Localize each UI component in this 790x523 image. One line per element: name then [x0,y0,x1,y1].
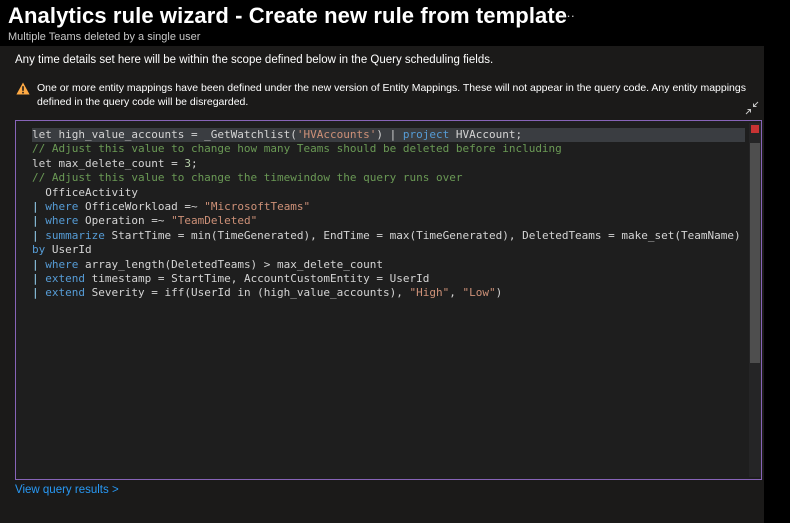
code-token: ) [495,286,503,300]
code-line[interactable]: let high_value_accounts = _GetWatchlist(… [32,128,745,143]
code-token: 3 [184,156,191,170]
code-line[interactable]: by UserId [32,243,745,257]
more-options-button[interactable]: ··· [562,8,575,23]
entity-mapping-warning: One or more entity mappings have been de… [37,82,746,108]
code-token: OfficeWorkload =~ [78,200,205,214]
code-token: where [45,257,79,271]
code-token: by [32,243,46,257]
view-query-results-link[interactable]: View query results > [15,484,119,496]
query-code[interactable]: let high_value_accounts = _GetWatchlist(… [32,128,745,301]
code-token: | [32,214,46,228]
code-token: "High" [409,286,450,300]
code-token: where [45,200,79,214]
code-token: | [32,228,46,242]
code-token: , [449,286,463,300]
code-line[interactable]: | extend Severity = iff(UserId in (high_… [32,286,745,300]
code-token: | [32,272,46,286]
code-token: timestamp = StartTime, AccountCustomEnti… [85,272,430,286]
code-line[interactable]: OfficeActivity [32,186,745,200]
code-token: OfficeActivity [32,185,138,199]
code-line[interactable]: | extend timestamp = StartTime, AccountC… [32,272,745,286]
code-token: "MicrosoftTeams" [204,200,311,214]
editor-scrollbar-marker [751,125,759,133]
code-token: where [45,214,79,228]
code-token: StartTime = min(TimeGenerated), EndTime … [104,228,741,242]
code-token: 'HVAccounts' [296,128,377,141]
code-token: UserId [45,243,92,257]
code-token: HVAccount; [449,128,523,141]
scope-info-text: Any time details set here will be within… [15,54,494,66]
code-token: project [402,128,450,141]
page-subtitle: Multiple Teams deleted by a single user [8,31,201,43]
code-line[interactable]: // Adjust this value to change how many … [32,142,745,156]
code-line[interactable]: let max_delete_count = 3; [32,157,745,171]
code-token: let high_value_accounts = _GetWatchlist( [32,128,297,141]
code-line[interactable]: | where Operation =~ "TeamDeleted" [32,214,745,228]
code-line[interactable]: | where OfficeWorkload =~ "MicrosoftTeam… [32,200,745,214]
code-token: ) | [376,128,403,141]
code-token: let max_delete_count = [32,156,185,170]
code-token: | [32,257,46,271]
code-line[interactable]: | summarize StartTime = min(TimeGenerate… [32,229,745,243]
code-token: summarize [45,228,105,242]
editor-scrollbar-thumb[interactable] [750,143,760,363]
code-token: "TeamDeleted" [171,214,258,228]
code-token: | [32,200,46,214]
code-token: extend [45,286,85,300]
code-token: // Adjust this value to change the timew… [32,171,463,185]
code-token: array_length(DeletedTeams) > max_delete_… [78,257,384,271]
code-token: Severity = iff(UserId in (high_value_acc… [85,286,410,300]
code-token: extend [45,272,85,286]
page-title: Analytics rule wizard - Create new rule … [8,3,568,28]
code-token: ; [190,156,198,170]
code-token: "Low" [462,286,496,300]
code-token: | [32,286,46,300]
collapse-icon[interactable] [745,101,759,115]
code-line[interactable]: // Adjust this value to change the timew… [32,171,745,185]
query-editor[interactable]: let high_value_accounts = _GetWatchlist(… [15,120,762,480]
code-token: Operation =~ [78,214,172,228]
code-line[interactable]: | where array_length(DeletedTeams) > max… [32,258,745,272]
code-token: // Adjust this value to change how many … [32,142,562,156]
warning-icon [16,82,30,95]
